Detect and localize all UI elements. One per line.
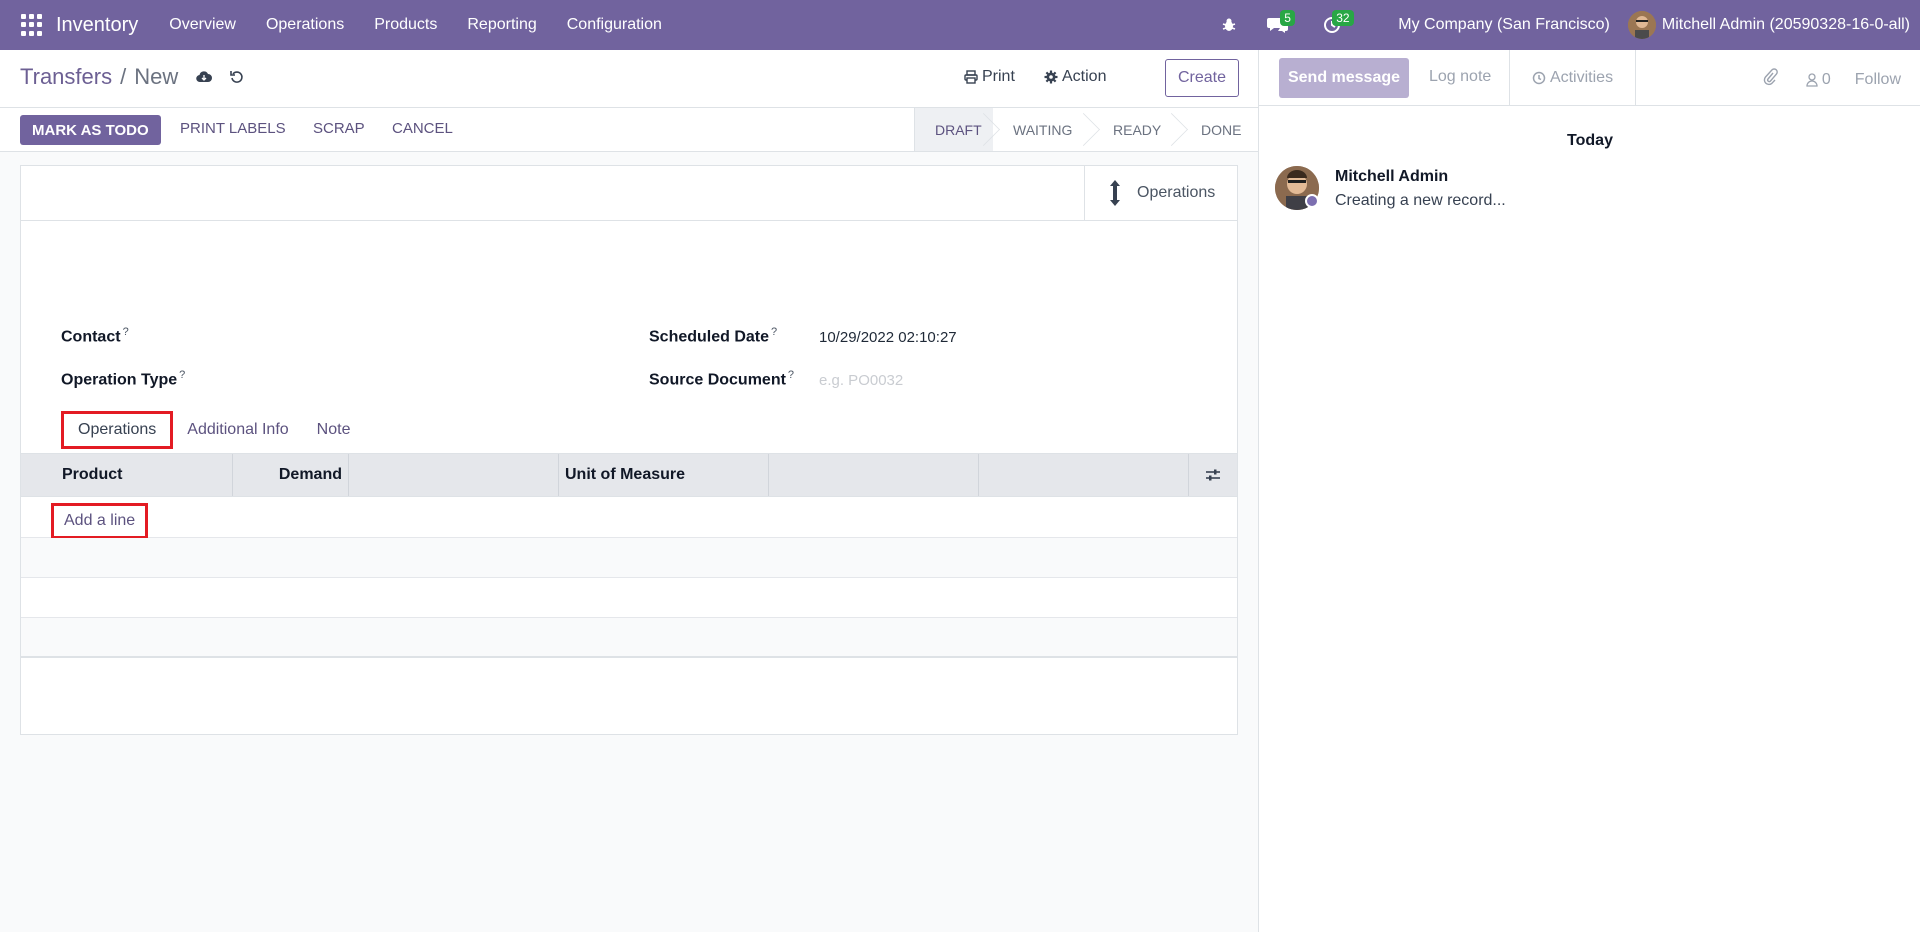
source-document-help-icon[interactable]: ? [788,369,794,381]
discard-undo-icon[interactable] [230,70,244,84]
table-row [21,578,1237,618]
message-author[interactable]: Mitchell Admin [1335,168,1448,186]
debug-bug-icon[interactable] [1214,0,1244,50]
table-header: Product Demand Unit of Measure [21,453,1237,497]
add-line-row: Add a line [21,497,1237,539]
vertical-arrows-icon [1110,180,1120,206]
action-label: Action [1062,68,1107,85]
create-button[interactable]: Create [1165,59,1239,97]
menu-overview[interactable]: Overview [154,16,251,34]
stage-ready[interactable]: READY [1093,108,1181,151]
breadcrumb-separator: / [120,64,127,89]
breadcrumb: Transfers / New [20,64,244,90]
column-empty-2 [769,454,979,496]
user-menu[interactable]: Mitchell Admin (20590328-16-0-all) [1662,16,1910,34]
top-navbar: Inventory Overview Operations Products R… [0,0,1920,50]
source-document-field[interactable]: e.g. PO0032 [819,372,903,389]
breadcrumb-current: New [134,64,179,89]
apps-grid-icon[interactable] [21,14,43,36]
tab-note[interactable]: Note [303,411,365,449]
scheduled-date-label: Scheduled Date? [649,326,778,346]
operation-type-help-icon[interactable]: ? [179,369,185,381]
menu-reporting[interactable]: Reporting [452,16,551,34]
activities-label: Activities [1549,69,1614,86]
print-label: Print [982,68,1015,85]
stage-waiting[interactable]: WAITING [993,108,1093,151]
column-product[interactable]: Product [21,454,233,496]
mark-as-todo-button[interactable]: MARK AS TODO [20,115,161,145]
scrap-button[interactable]: SCRAP [313,120,365,137]
stage-pipeline: DRAFT WAITING READY DONE [914,108,1259,151]
form-sheet: Operations Contact? Operation Type? Sche… [20,165,1238,735]
messages-button[interactable]: 5 [1254,0,1302,50]
column-empty-1 [349,454,559,496]
add-a-line-link[interactable]: Add a line [51,503,149,539]
cancel-button[interactable]: CANCEL [392,120,453,137]
stat-button-label: Operations [1137,184,1216,201]
online-status-dot [1305,194,1319,208]
save-cloud-icon[interactable] [196,70,213,84]
contact-help-icon[interactable]: ? [123,326,129,338]
button-box: Operations [21,166,1237,221]
app-name[interactable]: Inventory [56,14,138,37]
status-bar: MARK AS TODO PRINT LABELS SCRAP CANCEL D… [0,108,1258,152]
operations-stat-button[interactable]: Operations [1084,166,1237,220]
tab-additional-info[interactable]: Additional Info [173,411,302,449]
follow-button[interactable]: Follow [1855,71,1901,89]
menu-operations[interactable]: Operations [251,16,359,34]
column-empty-3 [979,454,1189,496]
message-body: Creating a new record... [1335,192,1506,209]
notebook-tabs: Operations Additional Info Note [61,411,364,449]
table-row [21,618,1237,658]
send-message-button[interactable]: Send message [1279,58,1409,98]
chatter-right-actions: 0 Follow [1762,68,1901,91]
column-demand[interactable]: Demand [233,454,349,496]
contact-label: Contact? [61,326,129,346]
column-unit-of-measure[interactable]: Unit of Measure [559,454,769,496]
control-panel: Transfers / New Print Action Create [0,50,1258,108]
activities-button[interactable]: Activities [1509,50,1636,106]
clock-icon [1532,71,1546,85]
printer-icon [964,70,978,84]
company-switcher[interactable]: My Company (San Francisco) [1398,16,1610,34]
log-note-button[interactable]: Log note [1429,68,1491,86]
chatter-topbar: Send message Log note Activities 0 Follo… [1259,50,1920,106]
stage-draft[interactable]: DRAFT [915,108,993,151]
scheduled-date-help-icon[interactable]: ? [771,326,777,338]
action-button[interactable]: Action [1044,68,1106,86]
user-avatar[interactable] [1627,11,1656,39]
optional-columns-icon[interactable] [1205,467,1221,488]
messages-badge: 5 [1280,10,1295,26]
date-separator: Today [1567,132,1613,149]
table-row [21,538,1237,578]
tab-operations[interactable]: Operations [61,411,174,449]
form-area: Transfers / New Print Action Create MARK… [0,50,1258,932]
breadcrumb-transfers[interactable]: Transfers [20,64,112,90]
operation-type-label: Operation Type? [61,369,186,389]
chatter-panel: Send message Log note Activities 0 Follo… [1258,50,1920,932]
menu-products[interactable]: Products [359,16,452,34]
activities-button[interactable]: 32 [1308,0,1356,50]
activities-badge: 32 [1332,10,1354,26]
scheduled-date-field[interactable]: 10/29/2022 02:10:27 [819,329,957,346]
user-icon [1806,72,1818,87]
source-document-label: Source Document? [649,369,795,389]
paperclip-icon[interactable] [1762,68,1778,91]
followers-count: 0 [1821,70,1831,88]
followers-button[interactable]: 0 [1806,71,1831,89]
print-labels-button[interactable]: PRINT LABELS [180,120,286,137]
stage-done[interactable]: DONE [1181,108,1259,151]
print-button[interactable]: Print [964,68,1015,86]
gear-icon [1044,70,1058,84]
menu-configuration[interactable]: Configuration [552,16,677,34]
